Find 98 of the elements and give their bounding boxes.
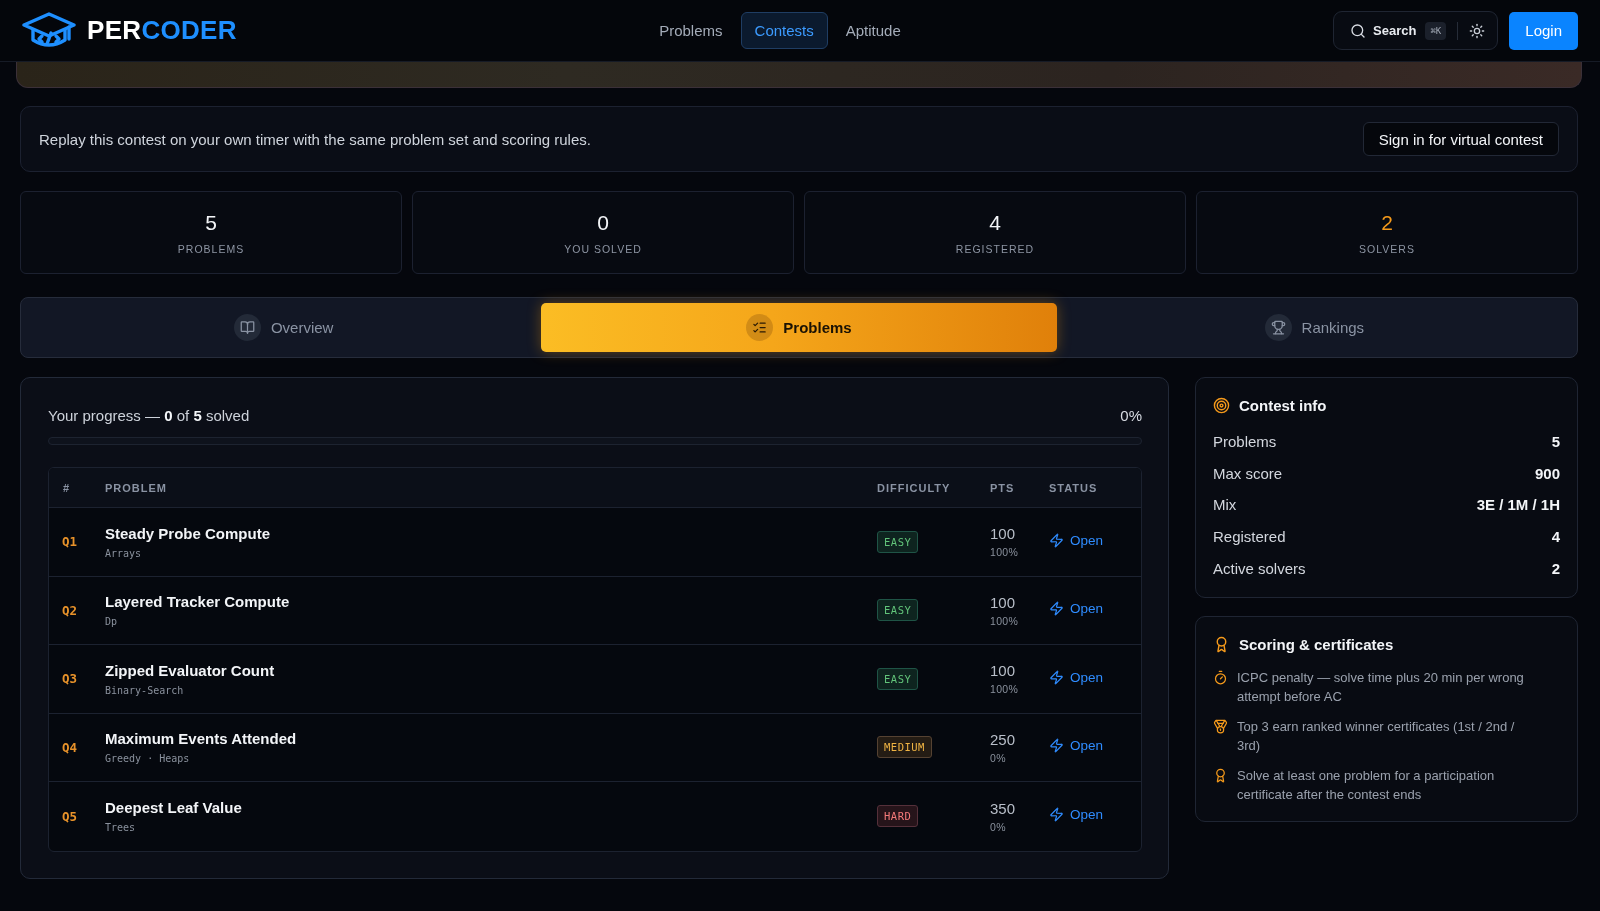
open-link[interactable]: Open <box>1049 807 1104 823</box>
difficulty-tag: EASY <box>877 530 919 553</box>
difficulty-tag: MEDIUM <box>877 736 932 759</box>
progress-text: Your progress — 0 of 5 solved <box>48 406 250 424</box>
column-header: PROBLEM <box>105 481 168 494</box>
nav-link[interactable]: Problems <box>645 12 737 49</box>
points-value: 350 <box>990 799 1016 817</box>
column-header: # <box>62 481 72 494</box>
points-value: 100 <box>990 662 1016 680</box>
info-label: Registered <box>1213 528 1286 546</box>
points-value: 100 <box>990 525 1016 543</box>
rule-text: ICPC penalty — solve time plus 20 min per wrong attempt before AC <box>1237 668 1525 707</box>
lightning-icon <box>1049 807 1064 823</box>
progress-percent: 0% <box>1120 406 1142 424</box>
checklist-icon <box>746 314 774 341</box>
info-value: 900 <box>1534 464 1560 482</box>
problem-title[interactable]: Maximum Events Attended <box>105 730 297 748</box>
info-value: 4 <box>1551 528 1560 546</box>
problem-tags: Greedy · Heaps <box>105 753 190 765</box>
logo-icon <box>22 12 76 49</box>
problem-number: Q2 <box>61 602 79 618</box>
stat-label: SOLVERS <box>1359 242 1415 255</box>
problem-title[interactable]: Deepest Leaf Value <box>105 799 242 817</box>
stat-label: PROBLEMS <box>177 242 245 255</box>
stat-value: 5 <box>205 210 217 235</box>
search-icon <box>1350 22 1367 39</box>
problem-number: Q1 <box>61 534 79 550</box>
problem-tags: Arrays <box>105 547 142 559</box>
virtual-contest-button[interactable]: Sign in for virtual contest <box>1362 122 1559 156</box>
solve-rate: 100% <box>990 683 1019 696</box>
nav-link[interactable]: Contests <box>740 12 828 49</box>
book-icon <box>233 314 261 341</box>
lightning-icon <box>1049 669 1064 685</box>
points-value: 100 <box>990 593 1016 611</box>
problem-tags: Dp <box>105 616 118 628</box>
login-button[interactable]: Login <box>1509 11 1578 50</box>
problem-row[interactable]: Q5 Deepest Leaf Value Trees HARD 350 0% Open <box>49 782 1141 851</box>
rule-text: Top 3 earn ranked winner certificates (1st / 2nd / 3rd) <box>1237 717 1516 756</box>
info-label: Max score <box>1213 464 1283 482</box>
stopwatch-icon <box>1213 669 1228 685</box>
problem-row[interactable]: Q2 Layered Tracker Compute Dp EASY 100 100% Open <box>49 576 1141 645</box>
open-link[interactable]: Open <box>1049 532 1104 548</box>
points-value: 250 <box>990 730 1016 748</box>
theme-toggle-icon[interactable] <box>1469 22 1486 39</box>
tab[interactable]: Rankings <box>1056 303 1572 352</box>
problem-row[interactable]: Q1 Steady Probe Compute Arrays EASY 100 100% Open <box>49 508 1141 577</box>
open-link[interactable]: Open <box>1049 738 1104 754</box>
stat-label: REGISTERED <box>955 242 1035 255</box>
problem-tags: Binary-Search <box>105 684 184 696</box>
stat-label: YOU SOLVED <box>564 242 642 255</box>
problem-title[interactable]: Layered Tracker Compute <box>105 593 290 611</box>
medal-icon <box>1213 718 1228 734</box>
lightning-icon <box>1049 601 1064 617</box>
search-button[interactable]: Search ⌘K <box>1333 11 1499 50</box>
solve-rate: 0% <box>990 820 1006 833</box>
info-label: Problems <box>1213 433 1277 451</box>
open-link[interactable]: Open <box>1049 601 1104 617</box>
difficulty-tag: EASY <box>877 599 919 622</box>
award-icon <box>1213 767 1228 783</box>
shortcut-key: ⌘K <box>1425 21 1447 40</box>
lightning-icon <box>1049 532 1064 548</box>
lightning-icon <box>1049 738 1064 754</box>
rule-text: Solve at least one problem for a participation certificate after the contest ends <box>1237 766 1496 805</box>
difficulty-tag: HARD <box>877 805 919 828</box>
solve-rate: 100% <box>990 546 1019 559</box>
logo-text[interactable]: PERCODER <box>87 15 237 46</box>
trophy-icon <box>1264 314 1292 341</box>
card-title: Contest info <box>1239 397 1327 414</box>
solve-rate: 0% <box>990 751 1006 764</box>
info-label: Mix <box>1213 496 1237 514</box>
virtual-contest-text: Replay this contest on your own timer with the same problem set and scoring rules. <box>39 130 591 148</box>
tab[interactable]: Overview <box>26 303 542 352</box>
search-label: Search <box>1373 23 1417 38</box>
info-value: 5 <box>1551 433 1560 451</box>
column-header: PTS <box>990 481 1016 494</box>
problem-title[interactable]: Steady Probe Compute <box>105 524 271 542</box>
problem-tags: Trees <box>105 822 136 834</box>
open-link[interactable]: Open <box>1049 669 1104 685</box>
difficulty-tag: EASY <box>877 667 919 690</box>
info-value: 3E / 1M / 1H <box>1476 496 1560 514</box>
problem-title[interactable]: Zipped Evaluator Count <box>105 661 275 679</box>
info-value: 2 <box>1551 559 1560 577</box>
problem-row[interactable]: Q4 Maximum Events Attended Greedy · Heaps MEDIUM 250 0% Open <box>49 713 1141 782</box>
problem-number: Q5 <box>61 808 79 824</box>
stat-value: 2 <box>1381 210 1393 235</box>
stat-value: 4 <box>989 210 1001 235</box>
info-label: Active solvers <box>1213 559 1306 577</box>
problem-number: Q3 <box>61 671 79 687</box>
target-icon <box>1213 397 1230 414</box>
tab[interactable]: Problems <box>541 303 1057 352</box>
stat-value: 0 <box>597 210 609 235</box>
column-header: DIFFICULTY <box>877 481 952 494</box>
problem-number: Q4 <box>61 739 79 755</box>
nav-link[interactable]: Aptitude <box>831 12 915 49</box>
solve-rate: 100% <box>990 614 1019 627</box>
card-title: Scoring & certificates <box>1239 635 1394 653</box>
column-header: STATUS <box>1049 481 1099 494</box>
problem-row[interactable]: Q3 Zipped Evaluator Count Binary-Search EASY 100 100% Open <box>49 645 1141 714</box>
